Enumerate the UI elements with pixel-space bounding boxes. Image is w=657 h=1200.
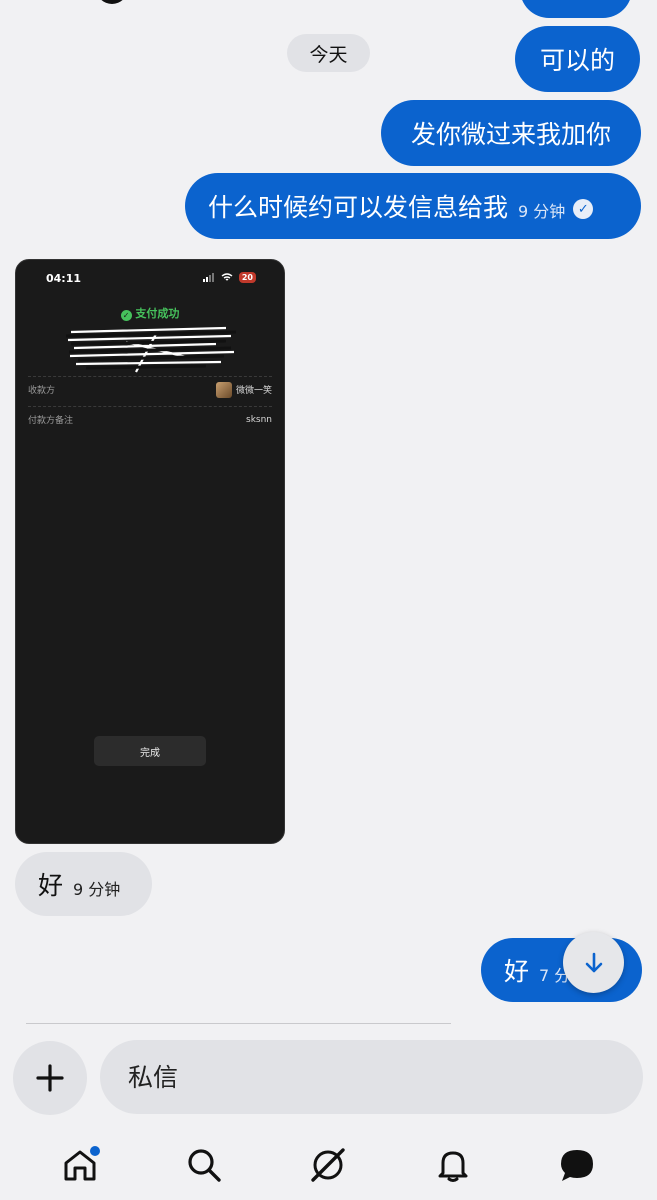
image-message[interactable]: 04:11 20 ✓ 支付成功 收款方 微微一笑 付款方备注 sksnn 完成	[15, 259, 285, 844]
add-attachment-button[interactable]	[13, 1041, 87, 1115]
message-timestamp: 9 分钟	[73, 880, 121, 899]
payee-name: 微微一笑	[235, 386, 272, 396]
message-text: 发你微过来我加你	[410, 120, 611, 149]
message-bubble-outgoing[interactable]: 可以的	[515, 26, 640, 92]
explore-icon	[311, 1148, 346, 1182]
bottom-nav	[0, 1130, 657, 1200]
messages-icon	[560, 1150, 593, 1181]
message-text: 好	[38, 871, 64, 900]
check-circle-icon: ✓	[120, 310, 132, 321]
payee-label: 收款方	[28, 386, 56, 396]
scroll-to-bottom-button[interactable]	[563, 932, 624, 993]
redacted-scribble	[66, 326, 236, 373]
wifi-icon	[221, 273, 233, 281]
signal-icon	[202, 273, 214, 282]
note-label: 付款方备注	[28, 416, 74, 426]
note-value: sksnn	[246, 414, 272, 425]
screenshot-status-icons: 20	[202, 272, 256, 283]
message-input[interactable]	[100, 1040, 643, 1114]
screenshot-status-bar: 04:11 20	[16, 272, 284, 288]
nav-notifications[interactable]	[423, 1135, 483, 1195]
screenshot-time: 04:11	[46, 272, 82, 285]
message-text: 可以的	[539, 46, 615, 75]
nav-home[interactable]	[50, 1135, 110, 1195]
nav-search[interactable]	[174, 1135, 234, 1195]
read-check-icon: ✓	[573, 199, 594, 219]
search-icon	[188, 1149, 221, 1182]
message-bubble-outgoing[interactable]: 发你微过来我加你	[381, 100, 641, 166]
message-bubble-outgoing[interactable]: 什么时候约可以发信息给我 9 分钟 ✓	[185, 173, 641, 239]
nav-messages[interactable]	[547, 1135, 607, 1195]
avatar-remnant	[96, 0, 128, 4]
done-button: 完成	[94, 736, 206, 766]
divider	[26, 1023, 451, 1024]
message-text: 好	[504, 957, 530, 986]
message-bubble-incoming[interactable]: 好 9 分钟	[15, 852, 152, 916]
payee-avatar	[215, 381, 232, 398]
payee-row: 收款方 微微一笑	[28, 376, 272, 402]
notification-dot	[90, 1146, 101, 1156]
plus-icon	[36, 1064, 64, 1092]
bell-icon	[438, 1151, 468, 1182]
note-row: 付款方备注 sksnn	[28, 406, 272, 432]
message-text: 什么时候约可以发信息给我	[208, 193, 509, 222]
nav-grok[interactable]	[298, 1135, 358, 1195]
arrow-down-icon	[585, 952, 602, 972]
message-bubble-remnant	[520, 0, 632, 18]
payment-success-text: 支付成功	[135, 307, 180, 320]
battery-badge: 20	[238, 272, 256, 283]
payment-success-label: ✓ 支付成功	[16, 305, 284, 321]
payee-value: 微微一笑	[215, 381, 272, 398]
message-timestamp: 9 分钟	[518, 202, 566, 221]
date-separator: 今天	[287, 34, 370, 72]
